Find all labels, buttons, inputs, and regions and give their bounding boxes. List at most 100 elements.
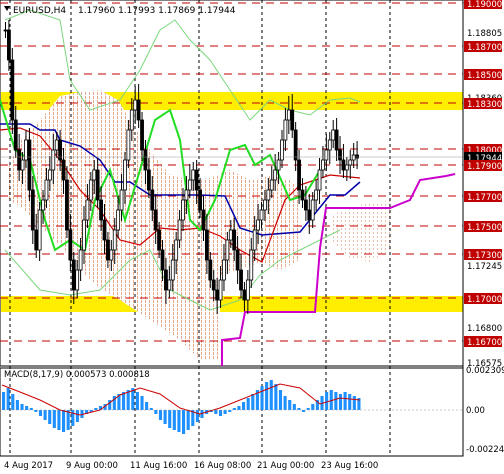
price-label-text: 1.17500 <box>467 223 502 233</box>
macd-bar <box>172 410 176 430</box>
candle-body <box>300 189 305 201</box>
price-axis: 1.190001.188051.187001.185001.183601.183… <box>462 0 504 456</box>
macd-bar <box>338 394 343 410</box>
price-label-text: 1.17700 <box>467 193 502 203</box>
macd-bar <box>278 390 283 410</box>
candle-body <box>232 229 237 251</box>
candle-body <box>78 249 83 271</box>
candle-body <box>218 279 223 301</box>
price-label: 1.18500 <box>464 69 502 81</box>
candle-body <box>170 259 175 281</box>
candle-body <box>331 129 336 141</box>
price-label-text: 1.17000 <box>467 295 502 305</box>
macd-bar <box>182 410 186 434</box>
macd-bar <box>214 410 218 414</box>
macd-bar <box>232 408 236 410</box>
candle-body <box>269 179 274 191</box>
macd-bar <box>260 386 264 410</box>
candle-body <box>222 259 226 281</box>
candle-body <box>283 119 288 141</box>
macd-bar <box>163 410 167 424</box>
macd-bar <box>29 408 33 410</box>
price-label: 1.16700 <box>464 336 502 348</box>
candle-body <box>88 179 93 201</box>
macd-bar <box>34 410 38 412</box>
macd-bar <box>71 410 75 426</box>
candle-body <box>68 229 73 261</box>
macd-bar <box>145 402 149 410</box>
macd-bar <box>15 400 19 410</box>
price-label: 1.17700 <box>464 191 502 203</box>
candle-body <box>225 239 230 261</box>
chart-window[interactable]: EURUSD,H4 1.17960 1.17993 1.17869 1.1794… <box>0 0 504 474</box>
price-label-text: 1.18805 <box>467 29 502 39</box>
price-label: 1.17500 <box>464 221 502 233</box>
candle-body <box>65 179 69 231</box>
candle-body <box>17 149 22 171</box>
candle-body <box>71 259 76 291</box>
macd-bar <box>343 392 347 410</box>
candle-body <box>321 159 325 171</box>
candle-body <box>327 139 332 151</box>
time-label-5: 23 Aug 16:00 <box>321 461 378 471</box>
candle-body <box>109 249 114 261</box>
candle-body <box>61 159 66 181</box>
macd-bar <box>57 410 61 430</box>
macd-bar <box>11 394 15 410</box>
macd-bar <box>154 410 158 414</box>
candle-body <box>187 179 192 191</box>
macd-bar <box>223 410 227 414</box>
macd-bar <box>168 410 172 428</box>
candle-body <box>242 289 247 301</box>
macd-bar <box>283 396 287 410</box>
macd-bar <box>135 392 139 410</box>
candle-body <box>252 229 257 251</box>
price-label: 1.17000 <box>464 293 502 305</box>
candle-body <box>194 169 199 191</box>
macd-bar <box>6 388 10 410</box>
macd-tick-bottom: -0.002247 <box>466 445 504 455</box>
candle-body <box>341 159 346 171</box>
candle-body <box>164 269 168 291</box>
macd-bar <box>218 410 223 416</box>
candle-body <box>235 249 240 271</box>
candle-body <box>27 139 32 191</box>
candle-body <box>95 169 100 201</box>
candle-body <box>310 199 315 221</box>
macd-bar <box>122 392 126 410</box>
candle-body <box>51 149 56 171</box>
price-label-text: 1.18300 <box>467 100 502 110</box>
candle-body <box>116 209 121 231</box>
macd-bar <box>149 408 153 410</box>
candle-body <box>99 199 103 221</box>
candle-body <box>307 209 312 221</box>
macd-bar <box>251 394 255 410</box>
candle-body <box>10 59 15 121</box>
macd-bar <box>269 380 273 410</box>
price-label-text: 1.17300 <box>467 251 502 261</box>
macd-bar <box>186 410 190 430</box>
candle-body <box>290 109 295 131</box>
candle-body <box>112 229 117 251</box>
time-label-0: 4 Aug 2017 <box>4 461 53 471</box>
candle-body <box>133 99 138 111</box>
candle-body <box>146 169 151 191</box>
candle-body <box>263 199 267 211</box>
candle-body <box>119 189 124 211</box>
candle-body <box>334 129 339 151</box>
candle-body <box>266 189 271 201</box>
macd-bar <box>48 410 52 424</box>
candle-body <box>3 29 8 32</box>
candle-body <box>157 229 162 251</box>
macd-bar <box>306 408 310 410</box>
macd-bar <box>228 410 232 412</box>
candle-body <box>82 219 86 251</box>
macd-bar <box>325 392 329 410</box>
time-label-1: 9 Aug 00:00 <box>66 461 118 471</box>
macd-bar <box>334 392 338 410</box>
candle-body <box>249 249 254 281</box>
macd-bar <box>2 392 6 410</box>
price-label: 1.18805 <box>467 29 502 39</box>
chart-header: EURUSD,H4 1.17960 1.17993 1.17869 1.1794… <box>4 6 236 16</box>
candle-body <box>208 259 213 281</box>
